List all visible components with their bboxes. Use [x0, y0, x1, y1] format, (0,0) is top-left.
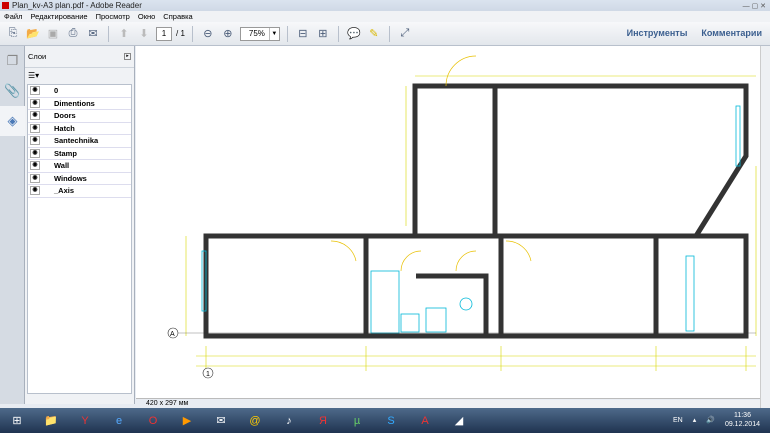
app-icon[interactable]: ◢ [446, 411, 472, 431]
axis-label-1: 1 [206, 371, 210, 378]
start-icon[interactable]: ⊞ [4, 411, 30, 431]
layer-item[interactable]: ◉ Santechnika [28, 135, 131, 148]
zoom-out-icon[interactable]: ⊖ [200, 26, 216, 42]
chevron-down-icon[interactable]: ▼ [268, 27, 279, 40]
dimension-lines [185, 75, 757, 371]
eye-icon[interactable]: ◉ [30, 186, 40, 196]
create-icon[interactable]: ⎘ [5, 26, 21, 42]
explorer-icon[interactable]: 📁 [38, 411, 64, 431]
eye-icon[interactable]: ◉ [30, 161, 40, 171]
title-bar: Plan_kv-A3 plan.pdf - Adobe Reader — ▢ ✕ [0, 0, 770, 11]
side-tabs: ❐ 📎 ◈ [0, 46, 25, 404]
highlight-icon[interactable]: ✎ [366, 26, 382, 42]
save-icon[interactable]: ▣ [45, 26, 61, 42]
layer-item[interactable]: ◉ Stamp [28, 148, 131, 160]
layer-item[interactable]: ◉ 0 [28, 85, 131, 98]
media-player-icon[interactable]: ▶ [174, 411, 200, 431]
pages-icon[interactable]: ❐ [0, 46, 25, 76]
yandex-icon[interactable]: Я [310, 411, 336, 431]
comments-link[interactable]: Комментарии [701, 28, 762, 38]
fit-width-icon[interactable]: ⊞ [315, 26, 331, 42]
utorrent-icon[interactable]: µ [344, 411, 370, 431]
axis-label-a: А [170, 331, 175, 338]
eye-icon[interactable]: ◉ [30, 148, 40, 158]
eye-icon[interactable]: ◉ [30, 111, 40, 121]
open-icon[interactable]: 📂 [25, 26, 41, 42]
layer-item[interactable]: ◉ Hatch [28, 123, 131, 135]
fullscreen-icon[interactable]: ⤢ [397, 26, 413, 42]
layers-panel: Слои ▸ ☰▾ ◉ 0 ◉ Dimentions ◉ Doors ◉ Hatch ◉ S… [25, 46, 135, 404]
options-menu-icon[interactable]: ☰▾ [25, 68, 134, 84]
menu-bar: Файл Редактирование Просмотр Окно Справк… [0, 11, 770, 22]
yandex-browser-icon[interactable]: Y [72, 411, 98, 431]
menu-help[interactable]: Справка [163, 11, 192, 22]
opera-icon[interactable]: O [140, 411, 166, 431]
layers-icon[interactable]: ◈ [0, 106, 25, 136]
layer-item[interactable]: ◉ Dimentions [28, 98, 131, 110]
page-size: 420 x 297 мм [146, 400, 189, 407]
collapse-icon[interactable]: ▸ [124, 53, 131, 60]
menu-edit[interactable]: Редактирование [30, 11, 87, 22]
language-indicator[interactable]: EN [673, 417, 683, 424]
page-input[interactable]: 1 [156, 26, 172, 41]
layer-list: ◉ 0 ◉ Dimentions ◉ Doors ◉ Hatch ◉ Santechnik… [27, 84, 132, 394]
taskbar: ⊞ 📁 Y e O ▶ ✉ @ ♪ Я µ S A ◢ EN ▴ 🔊 11:36 09.… [0, 408, 770, 433]
eye-icon[interactable]: ◉ [30, 123, 40, 133]
attachments-icon[interactable]: 📎 [0, 76, 25, 106]
menu-view[interactable]: Просмотр [96, 11, 130, 22]
prev-page-icon[interactable]: ⬆ [116, 26, 132, 42]
window-title: Plan_kv-A3 plan.pdf - Adobe Reader [12, 1, 142, 10]
toolbar: ⎘ 📂 ▣ ⎙ ✉ ⬆ ⬇ 1 / 1 ⊖ ⊕ 75% ▼ ⊟ ⊞ 💬 ✎ ⤢ И… [0, 22, 770, 46]
zoom-in-icon[interactable]: ⊕ [220, 26, 236, 42]
zoom-select[interactable]: 75% ▼ [239, 26, 280, 41]
eye-icon[interactable]: ◉ [30, 86, 40, 96]
layer-item[interactable]: ◉ _Axis [28, 185, 131, 198]
clock[interactable]: 11:36 09.12.2014 [725, 411, 760, 429]
eye-icon[interactable]: ◉ [30, 173, 40, 183]
fixtures [201, 105, 741, 334]
zoom-value: 75% [248, 28, 265, 38]
walls [203, 83, 749, 339]
skype-icon[interactable]: S [378, 411, 404, 431]
layer-item[interactable]: ◉ Windows [28, 173, 131, 185]
floor-plan: А 1 [167, 55, 757, 379]
eye-icon[interactable]: ◉ [30, 136, 40, 146]
comment-icon[interactable]: 💬 [346, 26, 362, 42]
adobe-logo-icon [2, 2, 9, 9]
print-icon[interactable]: ⎙ [65, 26, 81, 42]
eye-icon[interactable]: ◉ [30, 98, 40, 108]
horizontal-scrollbar[interactable] [300, 400, 760, 408]
tools-link[interactable]: Инструменты [627, 28, 688, 38]
panel-title: Слои [28, 52, 47, 61]
volume-icon[interactable]: 🔊 [706, 416, 715, 424]
layer-item[interactable]: ◉ Doors [28, 110, 131, 123]
menu-window[interactable]: Окно [138, 11, 155, 22]
menu-file[interactable]: Файл [4, 11, 22, 22]
adobe-reader-icon[interactable]: A [412, 411, 438, 431]
audio-icon[interactable]: ♪ [276, 411, 302, 431]
document-canvas[interactable]: А 1 [136, 46, 760, 398]
at-icon[interactable]: @ [242, 411, 268, 431]
tray-arrow-icon[interactable]: ▴ [693, 416, 697, 424]
fit-page-icon[interactable]: ⊟ [295, 26, 311, 42]
mail-icon[interactable]: ✉ [208, 411, 234, 431]
layer-item[interactable]: ◉ Wall [28, 160, 131, 173]
email-icon[interactable]: ✉ [85, 26, 101, 42]
page-total: / 1 [176, 29, 185, 38]
vertical-scrollbar[interactable] [760, 46, 770, 408]
ie-icon[interactable]: e [106, 411, 132, 431]
next-page-icon[interactable]: ⬇ [136, 26, 152, 42]
